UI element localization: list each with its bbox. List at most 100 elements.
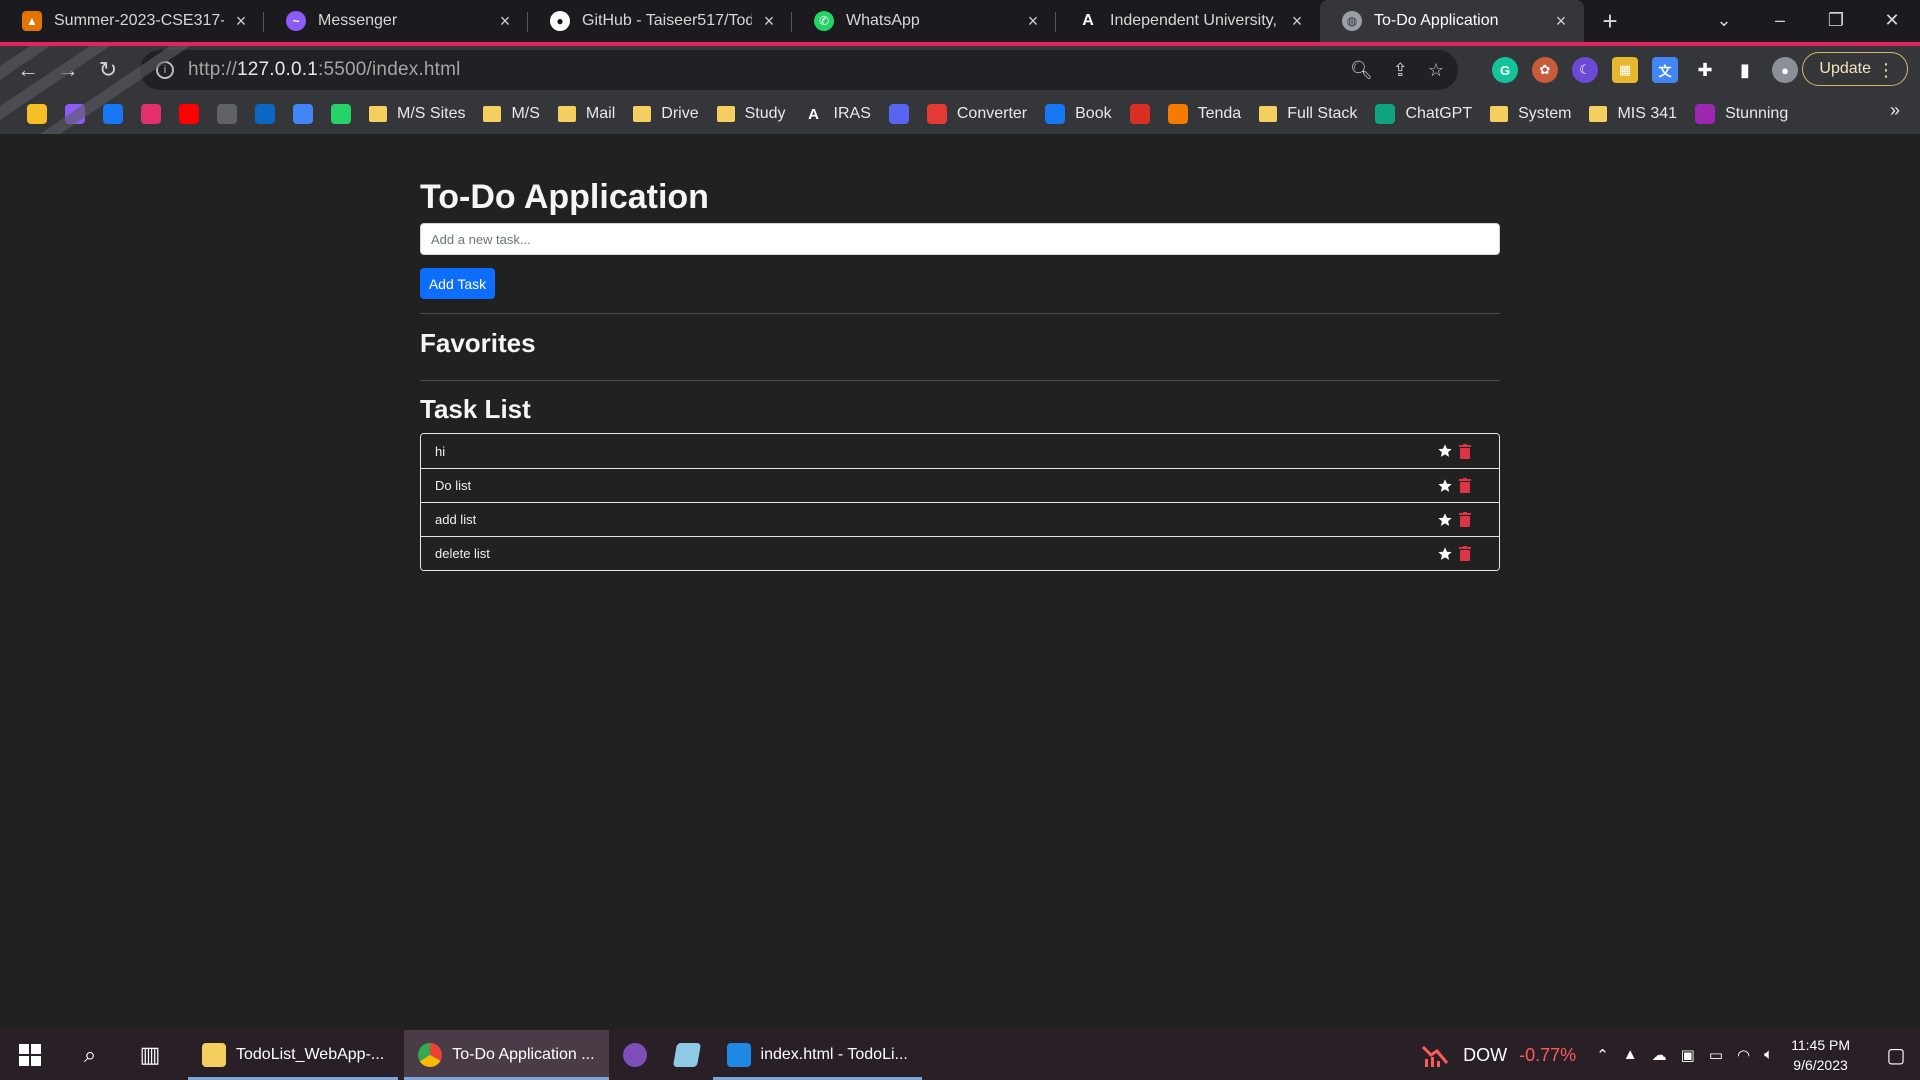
bookmark-item[interactable]: System — [1481, 99, 1580, 129]
taskbar-app-github-desktop[interactable] — [609, 1030, 661, 1080]
new-tab-button[interactable]: + — [1584, 0, 1636, 42]
bookmark-item[interactable] — [246, 99, 284, 129]
bookmark-item[interactable] — [322, 99, 360, 129]
bookmark-item[interactable]: Study — [708, 99, 795, 129]
bookmark-star-icon[interactable]: ☆ — [1428, 60, 1444, 81]
stock-widget[interactable]: DOW -0.77% — [1421, 1043, 1576, 1067]
bookmark-item[interactable]: M/S Sites — [360, 99, 474, 129]
bookmark-item[interactable] — [132, 99, 170, 129]
list-item: delete list — [421, 536, 1499, 570]
meet-now-icon[interactable]: ▣ — [1681, 1046, 1695, 1064]
search-icon[interactable]: ⌕ — [60, 1030, 120, 1080]
delete-trash-icon[interactable] — [1459, 443, 1471, 459]
bookmark-item[interactable] — [880, 99, 918, 129]
clock[interactable]: 11:45 PM 9/6/2023 — [1791, 1035, 1850, 1075]
delete-trash-icon[interactable] — [1459, 512, 1471, 527]
taskbar-app-chrome[interactable]: To-Do Application ... — [404, 1030, 609, 1080]
favorite-star-icon[interactable] — [1437, 546, 1453, 562]
notification-center-icon[interactable]: ▢ — [1872, 1030, 1920, 1080]
back-button[interactable]: ← — [8, 50, 48, 90]
bookmark-item[interactable]: A IRAS — [795, 99, 880, 129]
taskbar-app-notepad[interactable] — [661, 1030, 713, 1080]
bookmark-item[interactable]: MIS 341 — [1580, 99, 1686, 129]
facebook-icon — [103, 104, 123, 124]
google-drive-icon[interactable]: ▲ — [1623, 1046, 1638, 1064]
onedrive-icon[interactable]: ☁ — [1652, 1046, 1667, 1064]
bookmark-item[interactable]: Tenda — [1159, 99, 1251, 129]
close-icon[interactable]: × — [496, 11, 514, 32]
dark-mode-icon[interactable]: ☾ — [1572, 57, 1598, 83]
reload-button[interactable]: ↻ — [88, 50, 128, 90]
extensions-puzzle-icon[interactable]: ✚ — [1692, 57, 1718, 83]
task-view-icon[interactable]: ▥ — [120, 1030, 180, 1080]
close-window-button[interactable]: ✕ — [1864, 0, 1920, 40]
instagram-icon — [141, 104, 161, 124]
bookmark-item[interactable] — [1121, 99, 1159, 129]
share-icon[interactable]: ⇪ — [1393, 60, 1408, 81]
wifi-icon[interactable]: ◠ — [1737, 1046, 1750, 1064]
restore-button[interactable]: ❐ — [1808, 0, 1864, 40]
tab-classroom[interactable]: ▲ Summer-2023-CSE317-1 CS × — [0, 0, 264, 42]
bookmark-item[interactable]: Stunning — [1686, 99, 1797, 129]
bookmark-label: IRAS — [833, 105, 871, 122]
bookmark-item[interactable] — [56, 99, 94, 129]
favorite-star-icon[interactable] — [1437, 512, 1453, 528]
list-item: add list — [421, 502, 1499, 536]
delete-trash-icon[interactable] — [1459, 478, 1471, 493]
close-icon[interactable]: × — [760, 11, 778, 32]
window-controls: ⌄ – ❐ ✕ — [1696, 0, 1920, 40]
bookmark-item[interactable]: ChatGPT — [1366, 99, 1481, 129]
discord-icon — [888, 104, 909, 124]
side-panel-icon[interactable]: ▮ — [1732, 57, 1758, 83]
tab-messenger[interactable]: ~ Messenger × — [264, 0, 528, 42]
tab-github[interactable]: ● GitHub - Taiseer517/TodoLi × — [528, 0, 792, 42]
tray-icons: ⌃ ▲ ☁ ▣ ▭ ◠ 🔈︎ — [1596, 1046, 1773, 1064]
bookmark-item[interactable]: Full Stack — [1250, 99, 1366, 129]
bookmark-item[interactable] — [170, 99, 208, 129]
bookmark-item[interactable]: Mail — [549, 99, 624, 129]
more-bookmarks-icon[interactable]: » — [1890, 100, 1900, 121]
bookmark-item[interactable] — [208, 99, 246, 129]
zoom-icon[interactable]: 🔍︎ — [1350, 60, 1373, 81]
minimize-button[interactable]: – — [1752, 0, 1808, 40]
tab-iub[interactable]: A Independent University, Ba × — [1056, 0, 1320, 42]
favorite-star-icon[interactable] — [1437, 478, 1453, 494]
tab-search-icon[interactable]: ⌄ — [1696, 0, 1752, 40]
taskbar-app-file-explorer[interactable]: TodoList_WebApp-... — [188, 1030, 399, 1080]
close-icon[interactable]: × — [1024, 11, 1042, 32]
delete-trash-icon[interactable] — [1459, 546, 1471, 561]
bookmark-label: Mail — [585, 105, 616, 122]
close-icon[interactable]: × — [232, 11, 250, 32]
add-task-button[interactable]: Add Task — [420, 268, 495, 299]
close-icon[interactable]: × — [1288, 11, 1306, 32]
divider — [420, 313, 1500, 314]
tab-whatsapp[interactable]: ✆ WhatsApp × — [792, 0, 1056, 42]
volume-icon[interactable]: 🔈︎ — [1764, 1046, 1773, 1064]
grammarly-icon[interactable]: G — [1492, 57, 1518, 83]
forward-button[interactable]: → — [48, 50, 88, 90]
bookmark-item[interactable] — [18, 99, 56, 129]
tab-todo-application[interactable]: ◍ To-Do Application × — [1320, 0, 1584, 42]
bookmark-item[interactable]: Book — [1036, 99, 1120, 129]
translate-extension-icon[interactable]: 文 — [1652, 57, 1678, 83]
list-item: Do list — [421, 468, 1499, 502]
bookmark-item[interactable] — [284, 99, 322, 129]
start-button[interactable] — [0, 1030, 60, 1080]
taskbar-app-vscode[interactable]: index.html - TodoLi... — [712, 1030, 922, 1080]
site-info-icon[interactable]: i — [156, 61, 174, 79]
chevron-up-icon[interactable]: ⌃ — [1596, 1046, 1609, 1064]
close-icon[interactable]: × — [1552, 11, 1570, 32]
bookmark-item[interactable] — [94, 99, 132, 129]
divider — [420, 380, 1500, 381]
cookie-extension-icon[interactable]: ✿ — [1532, 57, 1558, 83]
avatar[interactable]: ● — [1772, 57, 1798, 83]
favorite-star-icon[interactable] — [1437, 443, 1453, 459]
battery-icon[interactable]: ▭ — [1709, 1046, 1723, 1064]
address-bar[interactable]: i http://127.0.0.1:5500/index.html 🔍︎ ⇪ … — [140, 50, 1458, 90]
bookmark-item[interactable]: Converter — [918, 99, 1036, 129]
new-task-input[interactable] — [420, 223, 1500, 255]
color-picker-icon[interactable]: ▦ — [1612, 57, 1638, 83]
update-button[interactable]: Update ⋮ — [1802, 52, 1908, 86]
bookmark-item[interactable]: Drive — [624, 99, 707, 129]
bookmark-item[interactable]: M/S — [474, 99, 548, 129]
